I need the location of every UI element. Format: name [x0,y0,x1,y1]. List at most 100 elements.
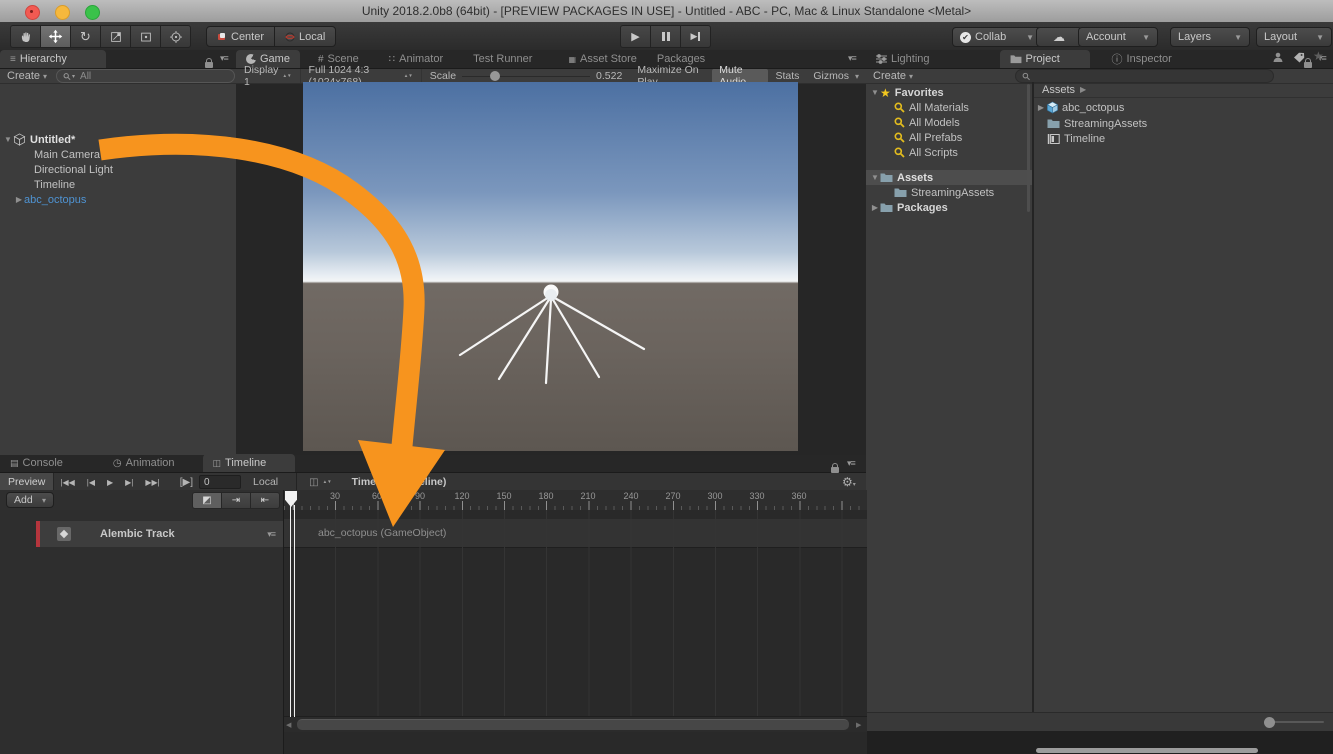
track-alembic[interactable]: Alembic Track ▾≡ [36,521,283,547]
layers-dropdown[interactable]: Layers▼ [1170,27,1250,47]
goto-end-button[interactable]: ▶▶| [139,473,165,491]
scrollbar-thumb[interactable] [297,719,849,730]
play-button[interactable]: ▶ [620,25,650,48]
ripple-mode-button[interactable]: ⇥ [221,492,250,509]
pivot-toggle-button[interactable]: Center [206,26,275,47]
minimize-window-button[interactable] [55,5,70,20]
add-track-button[interactable]: Add▾ [6,492,54,508]
rect-tool-button[interactable] [130,25,160,48]
tree-item-streamingassets[interactable]: StreamingAssets [894,185,994,200]
project-search-input[interactable] [1033,70,1267,83]
tree-scrollbar[interactable] [1027,84,1030,212]
favorites-filter-icon[interactable]: ★ [1313,49,1324,63]
scale-tool-button[interactable] [100,25,130,48]
aspect-dropdown[interactable]: Full 1024 4:3 (1024x768)▲▼ [301,69,422,83]
hierarchy-create-button[interactable]: Create▾ [0,70,54,82]
pause-button[interactable] [650,25,680,48]
lock-icon[interactable] [831,460,839,478]
scroll-left-icon[interactable]: ◀ [286,721,291,729]
track-menu-icon[interactable]: ▾≡ [267,529,275,540]
collab-filter-icon[interactable] [1272,52,1284,63]
stats-button[interactable]: Stats [768,69,806,83]
gizmos-dropdown[interactable]: Gizmos▾ [806,69,866,83]
preview-toggle[interactable]: Preview [0,473,54,491]
ruler-units-dropdown[interactable]: Local [247,473,284,491]
timeline-selector[interactable]: ◫▲▼ [303,473,338,491]
scene-row[interactable]: ▼ Untitled* ▾≡ [0,132,236,147]
next-frame-button[interactable]: ▶| [119,473,139,491]
lock-icon[interactable] [205,55,213,73]
asset-item-timeline[interactable]: Timeline [1047,131,1105,146]
layout-dropdown[interactable]: Layout▼ [1256,27,1332,47]
track-content: abc_octopus (GameObject) ◀ ▶ [283,510,867,754]
tab-timeline[interactable]: ◫Timeline [203,454,295,472]
cloud-button[interactable]: ☁ [1036,27,1082,47]
horizontal-scrollbar[interactable] [1036,748,1258,753]
transform-tool-button[interactable] [160,25,191,48]
transform-tool-icon [169,30,183,44]
favorite-all-prefabs[interactable]: All Prefabs [894,130,962,145]
maximize-on-play-button[interactable]: Maximize On Play [630,69,712,83]
favorite-all-models[interactable]: All Models [894,115,960,130]
favorite-all-materials[interactable]: All Materials [894,100,969,115]
hierarchy-item-directional-light[interactable]: Directional Light [34,162,113,177]
tab-lighting[interactable]: Lighting [866,50,940,68]
zoom-window-button[interactable] [85,5,100,20]
scene-menu-icon[interactable]: ▾≡ [222,134,230,145]
favorite-all-scripts[interactable]: All Scripts [894,145,958,160]
mix-mode-button[interactable]: ◩ [192,492,221,509]
search-favorite-icon [894,117,905,128]
play-range-toggle[interactable]: [▶] [174,473,199,491]
timeline-header-left: Add▾ ◩ ⇥ ⇤ [0,490,283,510]
label-filter-icon[interactable] [1293,52,1305,63]
timeline-scrollbar[interactable]: ◀ ▶ [284,716,867,732]
main-toolbar: ↻ Center Local ▶ [0,22,1333,51]
tab-console[interactable]: ▤Console [0,454,73,472]
rotate-tool-button[interactable]: ↻ [70,25,100,48]
project-search-field[interactable] [1015,69,1274,83]
tab-hierarchy[interactable]: ≡Hierarchy [0,50,106,68]
timeline-settings-gear-icon[interactable]: ⚙▾ [842,475,856,489]
search-favorite-icon [894,132,905,143]
account-dropdown[interactable]: Account▼ [1078,27,1158,47]
scale-slider[interactable] [462,71,590,81]
tab-inspector[interactable]: ⓘInspector [1102,50,1182,68]
timeline-ruler[interactable]: 30 60 90 120 150 180 210 240 270 300 330… [283,490,867,510]
hierarchy-item-main-camera[interactable]: Main Camera [34,147,100,162]
panel-menu-icon[interactable]: ▾≡ [848,53,856,64]
collab-dropdown[interactable]: ✔ Collab ▼ [952,27,1042,47]
tab-test-runner[interactable]: Test Runner [463,50,542,68]
tab-project[interactable]: Project [1000,50,1090,68]
panel-menu-icon[interactable]: ▾≡ [220,53,228,64]
asset-item-abc-octopus[interactable]: ▶ abc_octopus [1036,100,1124,115]
close-window-button[interactable] [25,5,40,20]
replace-mode-button[interactable]: ⇤ [250,492,280,509]
hand-tool-button[interactable] [10,25,40,48]
prev-frame-button[interactable]: |◀ [81,473,101,491]
favorites-root[interactable]: ▼ ★ Favorites [870,85,944,100]
asset-item-streamingassets[interactable]: StreamingAssets [1047,116,1147,131]
frame-field[interactable] [199,475,241,489]
lock-icon[interactable] [1304,55,1312,73]
panel-menu-icon[interactable]: ▾≡ [847,458,855,469]
hierarchy-item-timeline[interactable]: Timeline [34,177,75,192]
move-tool-button[interactable] [40,25,70,48]
hierarchy-item-abc-octopus[interactable]: ▶abc_octopus [14,192,86,207]
rotation-toggle-button[interactable]: Local [275,26,336,47]
playmode-controls: ▶ ▶ [620,25,711,48]
display-dropdown[interactable]: Display 1▲▼ [236,69,301,83]
mute-audio-button[interactable]: Mute Audio [712,69,768,83]
thumbnail-slider-knob[interactable] [1264,717,1275,728]
project-create-button[interactable]: Create▾ [866,70,920,82]
play-timeline-button[interactable]: ▶ [101,473,119,491]
tree-item-packages[interactable]: ▶ Packages [870,200,948,215]
tab-asset-store[interactable]: ▦Asset Store [558,50,646,68]
goto-start-button[interactable]: |◀◀ [54,473,80,491]
folder-icon [1047,118,1060,129]
tab-animation[interactable]: ◷Animation [103,454,185,472]
tree-item-assets[interactable]: ▼ Assets [866,170,1032,185]
scroll-right-icon[interactable]: ▶ [856,721,861,729]
breadcrumb[interactable]: Assets▶ [1034,82,1333,98]
step-button[interactable]: ▶ [680,25,711,48]
thumbnail-slider-track[interactable] [1268,721,1324,723]
